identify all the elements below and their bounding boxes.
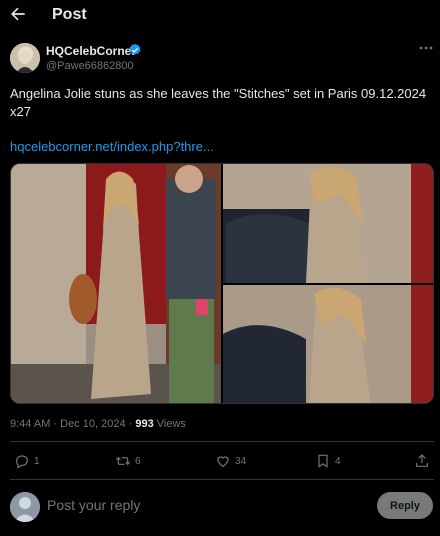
author-avatar[interactable]	[10, 43, 40, 73]
reply-input[interactable]: Post your reply	[47, 497, 140, 513]
verified-badge-icon	[129, 43, 141, 55]
views-label: Views	[153, 418, 186, 430]
timestamp: 9:44 AM · Dec 10, 2024 ·	[10, 418, 136, 430]
bookmark-icon	[318, 454, 328, 468]
reply-button[interactable]: Reply	[377, 492, 433, 519]
like-action[interactable]: 34	[215, 452, 246, 470]
reply-action[interactable]: 1	[14, 452, 40, 470]
bookmark-count: 4	[335, 455, 341, 467]
media-grid[interactable]	[10, 163, 434, 404]
tweet-link[interactable]: hqcelebcorner.net/index.php?thre...	[10, 139, 214, 154]
retweet-icon	[115, 456, 131, 466]
top-bar: Post	[0, 0, 440, 32]
action-bar: 1 6 34 4	[0, 447, 440, 475]
retweet-count: 6	[135, 455, 141, 467]
tweet-text: Angelina Jolie stuns as she leaves the "…	[10, 86, 427, 119]
photo-1[interactable]	[11, 164, 221, 404]
divider-bottom	[10, 479, 434, 480]
divider-top	[10, 441, 434, 442]
bookmark-action[interactable]: 4	[315, 452, 341, 470]
like-icon	[217, 456, 229, 468]
author-handle[interactable]: @Pawe66862800	[46, 60, 134, 72]
more-icon[interactable]	[418, 42, 434, 54]
retweet-action[interactable]: 6	[115, 452, 141, 470]
back-arrow-icon[interactable]	[8, 4, 28, 24]
tweet-meta: 9:44 AM · Dec 10, 2024 · 993 Views	[10, 418, 186, 430]
photo-2[interactable]	[223, 164, 434, 283]
page-title: Post	[52, 6, 87, 23]
reply-avatar	[10, 492, 40, 522]
photo-3[interactable]	[223, 285, 434, 404]
share-icon	[416, 454, 428, 467]
views-count: 993	[135, 418, 154, 430]
reply-count: 1	[34, 455, 40, 467]
reply-icon	[16, 455, 28, 469]
share-action[interactable]	[414, 452, 430, 470]
author-name[interactable]: HQCelebCorner	[46, 44, 136, 58]
like-count: 34	[235, 455, 247, 467]
